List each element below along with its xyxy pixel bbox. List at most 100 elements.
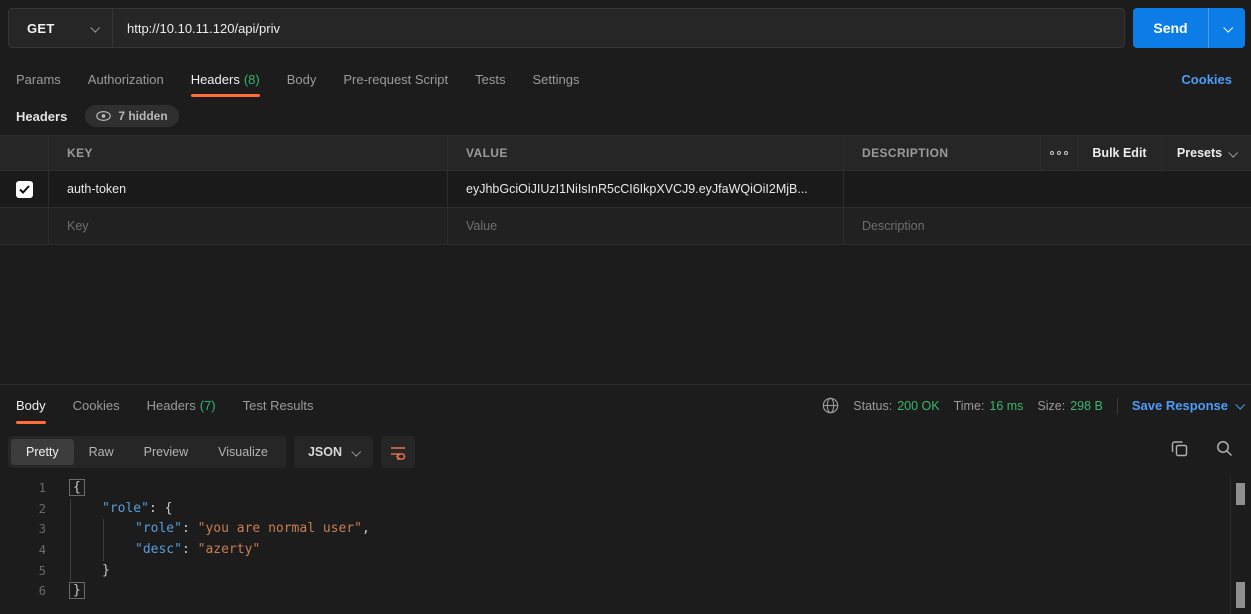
response-divider [0,384,1251,385]
row-checkbox-cell [0,208,48,244]
line-number: 2 [0,499,48,520]
table-row: auth-token eyJhbGciOiJIUzI1NiIsInR5cCI6I… [0,171,1251,208]
response-tab-bar: Body Cookies Headers(7) Test Results [0,388,760,423]
code-line-text: { [69,478,85,499]
response-body-code: 1 {2 "role": { 3 "role": "you are normal use… [0,478,1230,614]
code-line: 3"role": "you are normal user", [0,519,1230,540]
new-description-input[interactable]: Description [843,208,1251,244]
indent-guide [103,540,104,561]
new-value-input[interactable]: Value [447,208,843,244]
checkbox-column-header [0,136,48,170]
tab-pre-request-script[interactable]: Pre-request Script [343,62,448,96]
status-badge: Status:200 OK [853,399,939,413]
globe-icon [822,397,839,414]
response-meta-bar: Status:200 OK Time:16 ms Size:298 B Save… [822,388,1243,423]
scrollbar-thumb[interactable] [1236,483,1245,505]
check-icon [19,185,30,194]
scrollbar-thumb[interactable] [1236,582,1245,608]
method-dropdown[interactable]: GET [9,9,113,47]
response-tab-test-results[interactable]: Test Results [243,389,314,423]
code-token: "azerty" [198,542,261,557]
response-tab-cookies[interactable]: Cookies [73,389,120,423]
more-options-button[interactable] [1040,136,1077,170]
chevron-down-icon [90,22,100,32]
code-token: : [149,501,165,516]
code-line-text: } [69,581,85,602]
header-value-cell[interactable]: eyJhbGciOiJIUzI1NiIsInR5cCI6IkpXVCJ9.eyJ… [447,171,843,207]
chevron-down-icon [1235,400,1245,410]
cookies-link[interactable]: Cookies [1181,62,1232,96]
send-button[interactable]: Send [1133,8,1245,48]
indent-guide [70,499,71,520]
code-token: : [182,542,198,557]
response-view-toolbar: Pretty Raw Preview Visualize JSON [8,436,415,468]
view-tab-pretty[interactable]: Pretty [11,439,74,465]
indent-guide [70,519,71,540]
copy-response-button[interactable] [1171,440,1188,457]
hidden-headers-toggle[interactable]: 7 hidden [85,105,178,127]
fold-marker[interactable]: } [69,582,85,599]
indent-guide [70,561,71,582]
request-tab-bar: Params Authorization Headers(8) Body Pre… [0,62,1251,96]
code-line-text: } [69,561,110,582]
bulk-edit-button[interactable]: Bulk Edit [1077,136,1161,170]
code-token: "role" [102,501,149,516]
more-options-icon [1050,151,1068,155]
tab-headers[interactable]: Headers(8) [191,62,260,96]
response-actions [1171,440,1233,457]
network-info-button[interactable] [822,397,839,414]
copy-icon [1171,440,1188,457]
code-line: 2 "role": { [0,499,1230,520]
chevron-down-icon [1223,22,1233,32]
chevron-down-icon [351,446,361,456]
method-label: GET [27,21,55,36]
format-dropdown[interactable]: JSON [294,436,373,468]
code-scrollbar[interactable] [1230,478,1251,614]
time-badge: Time:16 ms [954,399,1024,413]
indent-guide [70,540,71,561]
presets-dropdown[interactable]: Presets [1161,136,1251,170]
headers-count: (8) [244,72,260,87]
code-token: "role" [135,521,182,536]
line-number: 4 [0,540,48,561]
tab-params[interactable]: Params [16,62,61,96]
tab-settings[interactable]: Settings [532,62,579,96]
row-checkbox-cell [0,171,48,207]
value-column-header: VALUE [447,136,843,170]
view-tab-visualize[interactable]: Visualize [203,439,283,465]
header-description-cell[interactable] [843,171,1251,207]
url-input[interactable]: http://10.10.11.120/api/priv [113,9,1124,47]
headers-section-header: Headers 7 hidden [0,101,1251,131]
new-key-input[interactable]: Key [48,208,447,244]
tab-authorization[interactable]: Authorization [88,62,164,96]
code-line-text: "role": { [69,499,172,520]
response-headers-count: (7) [200,398,216,413]
fold-marker[interactable]: { [69,479,85,496]
code-line: 5} [0,561,1230,582]
save-response-button[interactable]: Save Response [1132,398,1243,413]
send-button-label[interactable]: Send [1133,8,1208,48]
line-number: 6 [0,581,48,602]
wrap-text-button[interactable] [381,436,415,468]
headers-table-header: KEY VALUE DESCRIPTION Bulk Edit Presets [0,135,1251,171]
code-token: : [182,521,198,536]
send-options-button[interactable] [1208,8,1245,48]
row-checkbox[interactable] [16,181,33,198]
view-tab-preview[interactable]: Preview [129,439,203,465]
tab-body[interactable]: Body [287,62,317,96]
wrap-text-icon [389,444,407,460]
line-number: 3 [0,519,48,540]
response-tab-body[interactable]: Body [16,389,46,423]
headers-section-title: Headers [16,109,67,124]
tab-tests[interactable]: Tests [475,62,505,96]
header-key-cell[interactable]: auth-token [48,171,447,207]
response-tab-headers[interactable]: Headers(7) [147,389,216,423]
chevron-down-icon [1228,147,1238,157]
search-response-button[interactable] [1216,440,1233,457]
code-line-text: "desc": "azerty" [69,540,260,561]
view-tab-raw[interactable]: Raw [74,439,129,465]
code-token: "you are normal user" [198,521,362,536]
indent-guide [103,519,104,540]
line-number: 1 [0,478,48,499]
meta-separator [1117,398,1118,414]
